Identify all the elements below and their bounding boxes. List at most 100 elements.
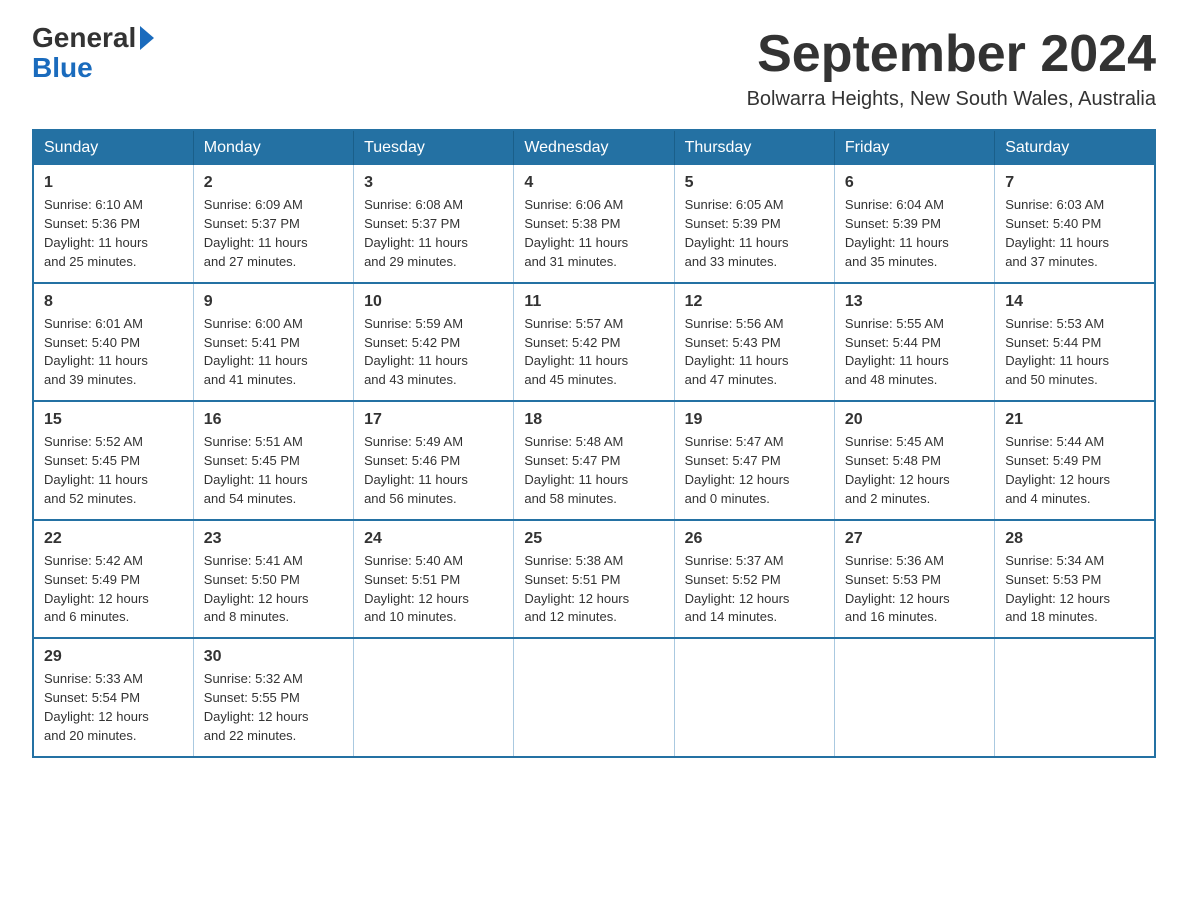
day-number: 29 bbox=[44, 645, 183, 668]
day-number: 26 bbox=[685, 527, 824, 550]
calendar-day-cell: 9 Sunrise: 6:00 AMSunset: 5:41 PMDayligh… bbox=[193, 283, 353, 402]
calendar-day-header: Saturday bbox=[995, 130, 1155, 165]
day-number: 12 bbox=[685, 290, 824, 313]
calendar-day-cell: 24 Sunrise: 5:40 AMSunset: 5:51 PMDaylig… bbox=[354, 520, 514, 639]
day-number: 27 bbox=[845, 527, 984, 550]
day-info: Sunrise: 5:32 AMSunset: 5:55 PMDaylight:… bbox=[204, 671, 309, 743]
calendar-day-cell: 16 Sunrise: 5:51 AMSunset: 5:45 PMDaylig… bbox=[193, 401, 353, 520]
day-number: 28 bbox=[1005, 527, 1144, 550]
calendar-day-cell: 4 Sunrise: 6:06 AMSunset: 5:38 PMDayligh… bbox=[514, 165, 674, 283]
day-info: Sunrise: 5:59 AMSunset: 5:42 PMDaylight:… bbox=[364, 316, 468, 388]
day-info: Sunrise: 5:49 AMSunset: 5:46 PMDaylight:… bbox=[364, 434, 468, 506]
calendar-day-cell: 1 Sunrise: 6:10 AMSunset: 5:36 PMDayligh… bbox=[33, 165, 193, 283]
month-title: September 2024 bbox=[747, 24, 1156, 84]
right-header: September 2024 Bolwarra Heights, New Sou… bbox=[747, 24, 1156, 123]
calendar-header-row: SundayMondayTuesdayWednesdayThursdayFrid… bbox=[33, 130, 1155, 165]
day-number: 2 bbox=[204, 171, 343, 194]
day-number: 11 bbox=[524, 290, 663, 313]
day-number: 19 bbox=[685, 408, 824, 431]
calendar-day-cell: 23 Sunrise: 5:41 AMSunset: 5:50 PMDaylig… bbox=[193, 520, 353, 639]
calendar-day-cell: 11 Sunrise: 5:57 AMSunset: 5:42 PMDaylig… bbox=[514, 283, 674, 402]
calendar-day-cell: 30 Sunrise: 5:32 AMSunset: 5:55 PMDaylig… bbox=[193, 638, 353, 757]
calendar-day-cell: 28 Sunrise: 5:34 AMSunset: 5:53 PMDaylig… bbox=[995, 520, 1155, 639]
day-info: Sunrise: 5:45 AMSunset: 5:48 PMDaylight:… bbox=[845, 434, 950, 506]
logo-arrow-icon bbox=[140, 26, 154, 50]
day-info: Sunrise: 6:01 AMSunset: 5:40 PMDaylight:… bbox=[44, 316, 148, 388]
day-number: 8 bbox=[44, 290, 183, 313]
day-number: 18 bbox=[524, 408, 663, 431]
calendar-day-header: Tuesday bbox=[354, 130, 514, 165]
calendar-week-row: 15 Sunrise: 5:52 AMSunset: 5:45 PMDaylig… bbox=[33, 401, 1155, 520]
calendar-week-row: 1 Sunrise: 6:10 AMSunset: 5:36 PMDayligh… bbox=[33, 165, 1155, 283]
calendar-day-header: Wednesday bbox=[514, 130, 674, 165]
day-number: 3 bbox=[364, 171, 503, 194]
day-number: 16 bbox=[204, 408, 343, 431]
day-info: Sunrise: 6:03 AMSunset: 5:40 PMDaylight:… bbox=[1005, 197, 1109, 269]
day-number: 5 bbox=[685, 171, 824, 194]
calendar-day-cell: 25 Sunrise: 5:38 AMSunset: 5:51 PMDaylig… bbox=[514, 520, 674, 639]
calendar-day-header: Monday bbox=[193, 130, 353, 165]
day-info: Sunrise: 5:40 AMSunset: 5:51 PMDaylight:… bbox=[364, 553, 469, 625]
day-info: Sunrise: 6:09 AMSunset: 5:37 PMDaylight:… bbox=[204, 197, 308, 269]
calendar-day-cell: 26 Sunrise: 5:37 AMSunset: 5:52 PMDaylig… bbox=[674, 520, 834, 639]
calendar-day-cell: 8 Sunrise: 6:01 AMSunset: 5:40 PMDayligh… bbox=[33, 283, 193, 402]
day-info: Sunrise: 6:10 AMSunset: 5:36 PMDaylight:… bbox=[44, 197, 148, 269]
day-number: 13 bbox=[845, 290, 984, 313]
day-info: Sunrise: 6:06 AMSunset: 5:38 PMDaylight:… bbox=[524, 197, 628, 269]
day-info: Sunrise: 5:52 AMSunset: 5:45 PMDaylight:… bbox=[44, 434, 148, 506]
day-number: 14 bbox=[1005, 290, 1144, 313]
day-number: 7 bbox=[1005, 171, 1144, 194]
calendar-day-cell: 3 Sunrise: 6:08 AMSunset: 5:37 PMDayligh… bbox=[354, 165, 514, 283]
day-info: Sunrise: 6:00 AMSunset: 5:41 PMDaylight:… bbox=[204, 316, 308, 388]
day-info: Sunrise: 5:37 AMSunset: 5:52 PMDaylight:… bbox=[685, 553, 790, 625]
calendar-day-cell bbox=[354, 638, 514, 757]
day-number: 10 bbox=[364, 290, 503, 313]
day-info: Sunrise: 5:57 AMSunset: 5:42 PMDaylight:… bbox=[524, 316, 628, 388]
day-info: Sunrise: 5:55 AMSunset: 5:44 PMDaylight:… bbox=[845, 316, 949, 388]
day-info: Sunrise: 5:51 AMSunset: 5:45 PMDaylight:… bbox=[204, 434, 308, 506]
day-number: 20 bbox=[845, 408, 984, 431]
calendar-day-cell: 22 Sunrise: 5:42 AMSunset: 5:49 PMDaylig… bbox=[33, 520, 193, 639]
calendar-day-cell: 7 Sunrise: 6:03 AMSunset: 5:40 PMDayligh… bbox=[995, 165, 1155, 283]
logo-blue-text: Blue bbox=[32, 52, 93, 84]
calendar-day-cell: 19 Sunrise: 5:47 AMSunset: 5:47 PMDaylig… bbox=[674, 401, 834, 520]
day-number: 4 bbox=[524, 171, 663, 194]
day-info: Sunrise: 6:04 AMSunset: 5:39 PMDaylight:… bbox=[845, 197, 949, 269]
day-info: Sunrise: 6:05 AMSunset: 5:39 PMDaylight:… bbox=[685, 197, 789, 269]
logo: General Blue bbox=[32, 24, 156, 84]
day-info: Sunrise: 5:34 AMSunset: 5:53 PMDaylight:… bbox=[1005, 553, 1110, 625]
day-info: Sunrise: 5:41 AMSunset: 5:50 PMDaylight:… bbox=[204, 553, 309, 625]
calendar-day-cell bbox=[995, 638, 1155, 757]
calendar-day-cell: 13 Sunrise: 5:55 AMSunset: 5:44 PMDaylig… bbox=[834, 283, 994, 402]
page-header: General Blue September 2024 Bolwarra Hei… bbox=[32, 24, 1156, 123]
calendar-day-cell: 20 Sunrise: 5:45 AMSunset: 5:48 PMDaylig… bbox=[834, 401, 994, 520]
day-info: Sunrise: 5:33 AMSunset: 5:54 PMDaylight:… bbox=[44, 671, 149, 743]
calendar-day-cell: 10 Sunrise: 5:59 AMSunset: 5:42 PMDaylig… bbox=[354, 283, 514, 402]
calendar-day-cell: 18 Sunrise: 5:48 AMSunset: 5:47 PMDaylig… bbox=[514, 401, 674, 520]
day-number: 25 bbox=[524, 527, 663, 550]
day-number: 23 bbox=[204, 527, 343, 550]
day-info: Sunrise: 5:36 AMSunset: 5:53 PMDaylight:… bbox=[845, 553, 950, 625]
day-info: Sunrise: 6:08 AMSunset: 5:37 PMDaylight:… bbox=[364, 197, 468, 269]
location-subtitle: Bolwarra Heights, New South Wales, Austr… bbox=[747, 88, 1156, 111]
day-number: 9 bbox=[204, 290, 343, 313]
day-number: 1 bbox=[44, 171, 183, 194]
day-info: Sunrise: 5:48 AMSunset: 5:47 PMDaylight:… bbox=[524, 434, 628, 506]
calendar-day-cell: 17 Sunrise: 5:49 AMSunset: 5:46 PMDaylig… bbox=[354, 401, 514, 520]
day-number: 15 bbox=[44, 408, 183, 431]
calendar-week-row: 29 Sunrise: 5:33 AMSunset: 5:54 PMDaylig… bbox=[33, 638, 1155, 757]
calendar-day-cell: 29 Sunrise: 5:33 AMSunset: 5:54 PMDaylig… bbox=[33, 638, 193, 757]
day-info: Sunrise: 5:44 AMSunset: 5:49 PMDaylight:… bbox=[1005, 434, 1110, 506]
day-info: Sunrise: 5:56 AMSunset: 5:43 PMDaylight:… bbox=[685, 316, 789, 388]
calendar-day-header: Friday bbox=[834, 130, 994, 165]
calendar-day-header: Thursday bbox=[674, 130, 834, 165]
calendar-day-header: Sunday bbox=[33, 130, 193, 165]
logo-general-text: General bbox=[32, 24, 136, 52]
calendar-day-cell: 15 Sunrise: 5:52 AMSunset: 5:45 PMDaylig… bbox=[33, 401, 193, 520]
calendar-day-cell: 14 Sunrise: 5:53 AMSunset: 5:44 PMDaylig… bbox=[995, 283, 1155, 402]
calendar-day-cell bbox=[834, 638, 994, 757]
day-number: 22 bbox=[44, 527, 183, 550]
day-number: 21 bbox=[1005, 408, 1144, 431]
day-number: 17 bbox=[364, 408, 503, 431]
day-number: 6 bbox=[845, 171, 984, 194]
